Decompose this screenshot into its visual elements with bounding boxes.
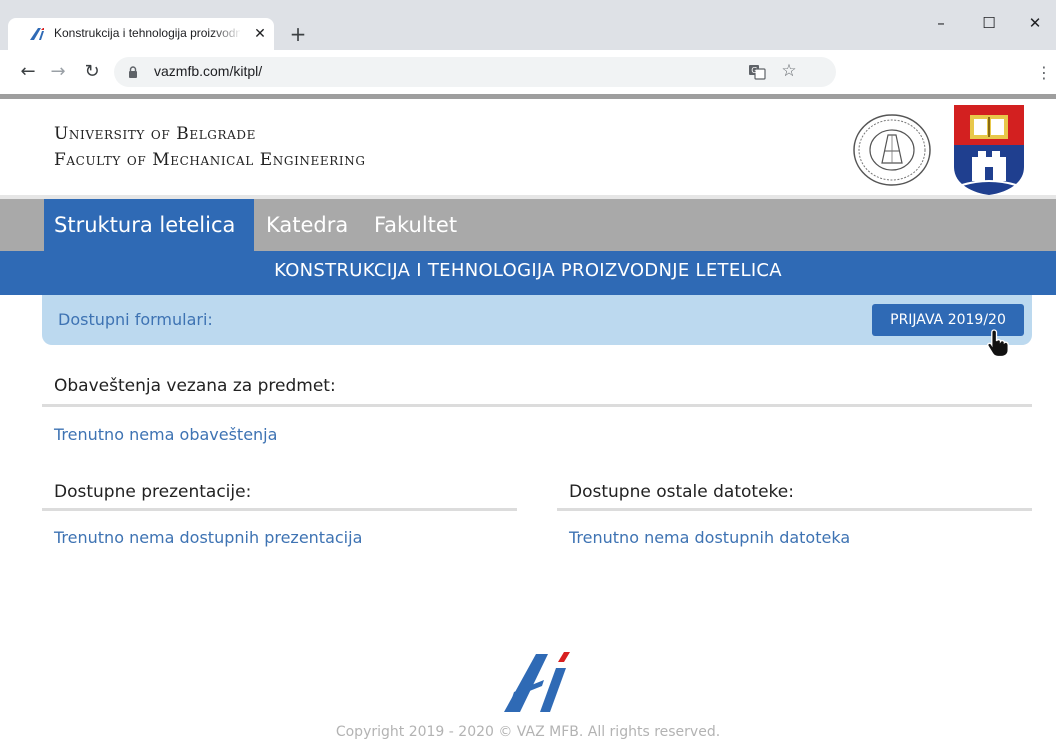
university-name: University of Belgrade	[54, 124, 256, 144]
presentations-divider	[42, 508, 517, 511]
vaz-logo-icon	[504, 652, 570, 712]
url-text: vazmfb.com/kitpl/	[154, 63, 263, 79]
maximize-icon[interactable]: ☐	[966, 8, 1012, 38]
arrow-right-icon[interactable]: →	[46, 60, 70, 84]
page-title: KONSTRUKCIJA I TEHNOLOGIJA PROIZVODNJE L…	[274, 260, 782, 281]
notices-divider	[42, 404, 1032, 407]
address-bar[interactable]: vazmfb.com/kitpl/ G ☆	[114, 57, 836, 87]
vaz-logo-icon	[30, 28, 44, 40]
files-heading: Dostupne ostale datoteke:	[569, 482, 794, 502]
plus-icon[interactable]: +	[288, 24, 308, 44]
close-window-icon[interactable]: ✕	[1012, 8, 1056, 38]
page-title-bar: KONSTRUKCIJA I TEHNOLOGIJA PROIZVODNJE L…	[0, 251, 1056, 295]
files-message: Trenutno nema dostupnih datoteka	[569, 528, 851, 547]
nav-tab-katedra[interactable]: Katedra	[256, 199, 364, 251]
close-icon[interactable]: ✕	[252, 24, 268, 44]
arrow-left-icon[interactable]: ←	[16, 60, 40, 84]
hand-cursor-icon	[987, 329, 1009, 358]
forms-label: Dostupni formulari:	[58, 310, 213, 329]
copyright-text: Copyright 2019 - 2020 © VAZ MFB. All rig…	[335, 724, 721, 740]
svg-text:G: G	[751, 66, 757, 75]
notices-message: Trenutno nema obaveštenja	[54, 425, 278, 444]
browser-tabstrip: Konstrukcija i tehnologija proizvodnje l…	[0, 0, 1056, 50]
browser-toolbar: ← → ↻ vazmfb.com/kitpl/ G ☆ ⋮	[0, 50, 1056, 94]
translate-icon[interactable]: G	[748, 63, 766, 81]
notices-heading: Obaveštenja vezana za predmet:	[54, 376, 336, 396]
kebab-menu-icon[interactable]: ⋮	[1036, 62, 1052, 84]
reload-icon[interactable]: ↻	[80, 60, 104, 84]
university-seal-icon	[853, 114, 931, 186]
files-divider	[557, 508, 1032, 511]
forms-panel: Dostupni formulari: PRIJAVA 2019/20	[42, 295, 1032, 345]
browser-tab[interactable]: Konstrukcija i tehnologija proizvodnje l…	[8, 18, 274, 50]
star-icon[interactable]: ☆	[779, 60, 799, 82]
coat-of-arms-icon	[954, 105, 1024, 195]
university-header: University of Belgrade Faculty of Mechan…	[0, 99, 1056, 196]
nav-tab-fakultet[interactable]: Fakultet	[364, 199, 476, 251]
minimize-icon[interactable]: –	[918, 8, 964, 38]
nav-tab-struktura-letelica[interactable]: Struktura letelica	[44, 199, 254, 251]
tab-title-fade	[212, 24, 242, 44]
lock-icon	[129, 66, 137, 78]
presentations-heading: Dostupne prezentacije:	[54, 482, 252, 502]
faculty-name: Faculty of Mechanical Engineering	[54, 150, 366, 170]
presentations-message: Trenutno nema dostupnih prezentacija	[54, 528, 363, 547]
main-nav: Struktura letelica Katedra Fakultet	[0, 199, 1056, 251]
